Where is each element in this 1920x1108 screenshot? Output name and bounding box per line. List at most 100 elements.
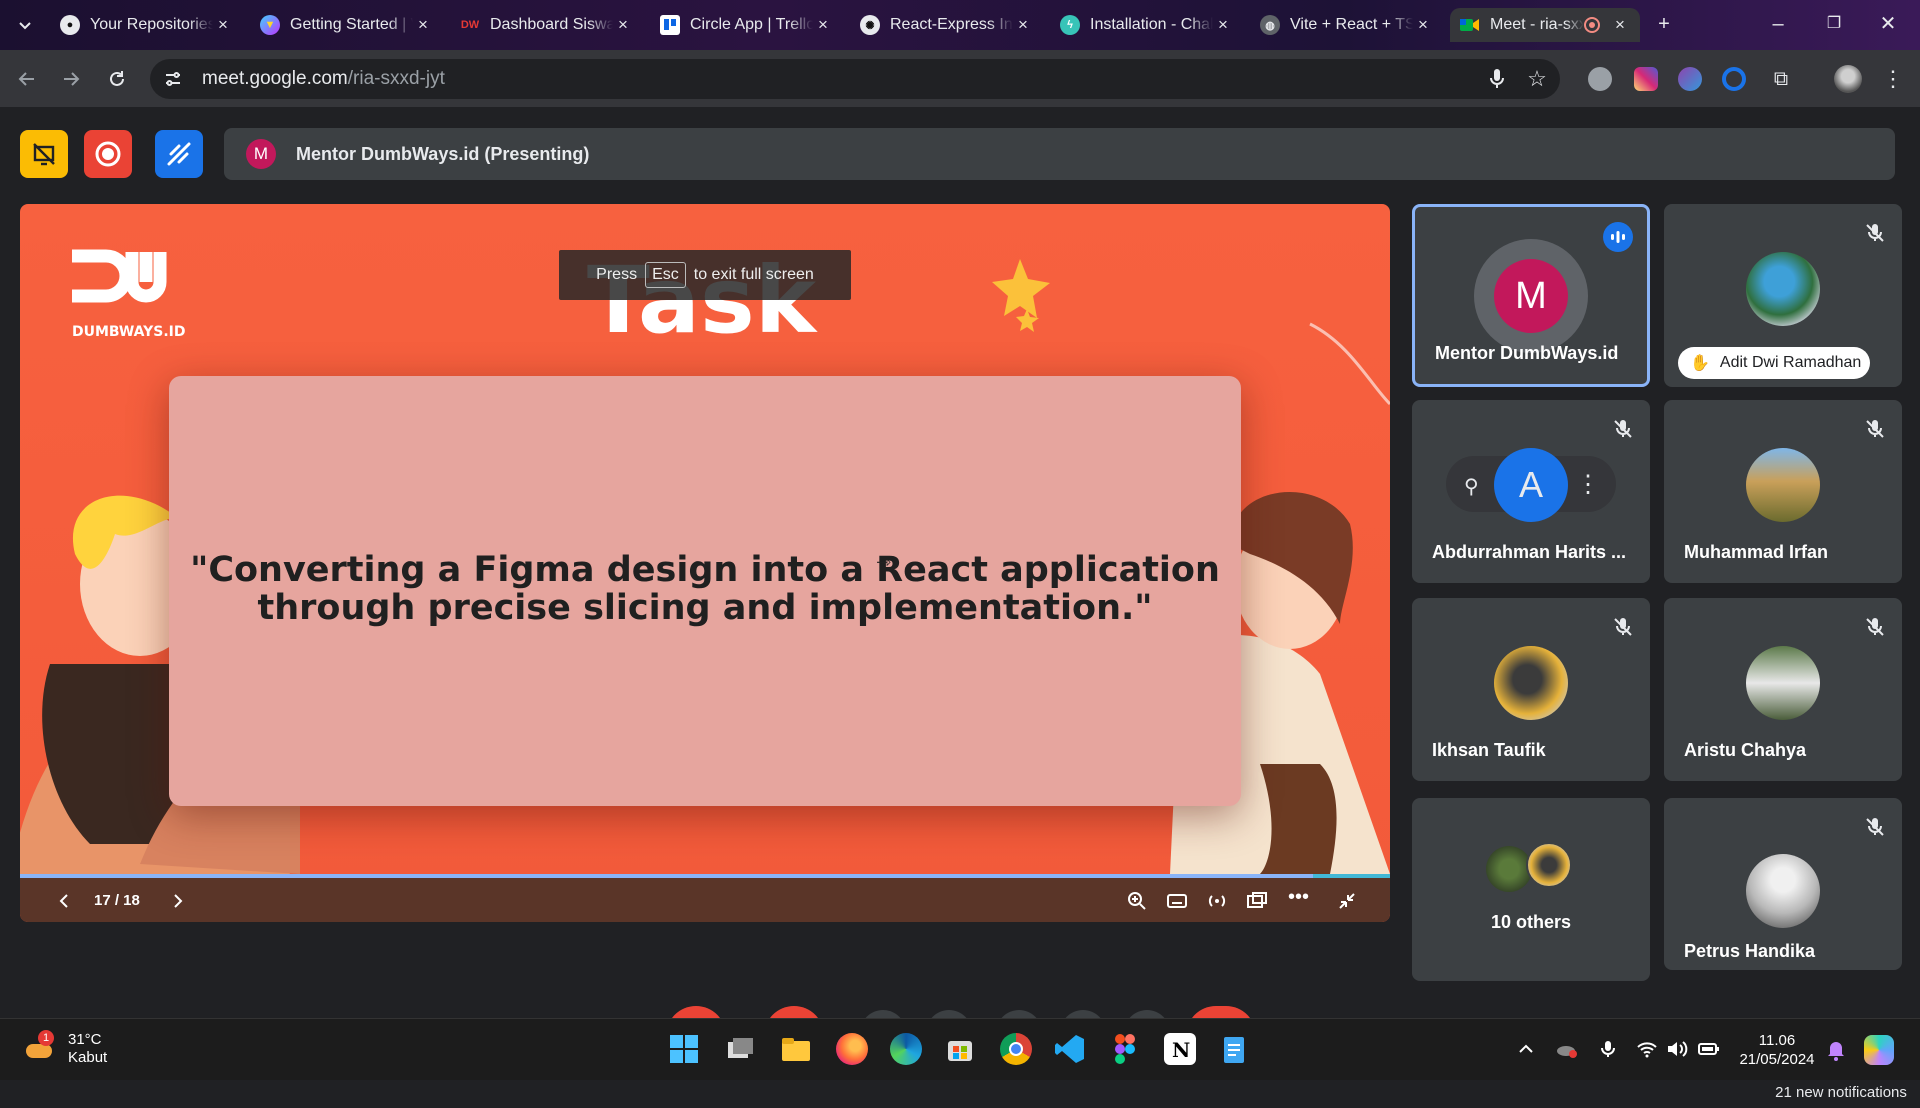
participant-options-icon[interactable]: ⋮	[1576, 470, 1600, 498]
close-tab-icon[interactable]: ×	[213, 15, 233, 35]
broadcast-icon[interactable]	[1206, 890, 1228, 912]
close-tab-icon[interactable]: ×	[1610, 15, 1630, 35]
globe-icon: ◍	[1260, 15, 1280, 35]
site-info-icon[interactable]	[164, 70, 182, 88]
openai-icon: ✺	[860, 15, 880, 35]
microphone-icon[interactable]	[1484, 66, 1510, 92]
copilot-icon[interactable]	[1864, 1035, 1894, 1065]
zoom-icon[interactable]	[1126, 890, 1148, 912]
wifi-icon[interactable]	[1636, 1039, 1657, 1059]
svg-text:N: N	[1172, 1038, 1190, 1062]
presenter-avatar: M	[246, 139, 276, 169]
show-hidden-icons-chevron[interactable]	[1516, 1039, 1536, 1059]
reload-icon[interactable]	[104, 66, 130, 92]
previous-slide-icon[interactable]	[54, 890, 76, 912]
figma-icon[interactable]	[1114, 1033, 1136, 1065]
close-tab-icon[interactable]: ×	[413, 15, 433, 35]
vscode-icon[interactable]	[1054, 1033, 1086, 1065]
quote-line-2: through precise slicing and implementati…	[257, 588, 1153, 628]
forward-icon[interactable]	[58, 66, 84, 92]
meet-stage: M Mentor DumbWays.id (Presenting) Task D…	[0, 108, 1920, 1108]
close-tab-icon[interactable]: ×	[613, 15, 633, 35]
next-slide-icon[interactable]	[166, 890, 188, 912]
annotate-button[interactable]	[155, 130, 203, 178]
browser-tab-active[interactable]: Meet - ria-sxxd-jyt ×	[1450, 8, 1640, 42]
microsoft-store-icon[interactable]	[944, 1033, 976, 1065]
participant-tile[interactable]: Aristu Chahya	[1664, 598, 1902, 781]
address-bar[interactable]: meet.google.com/ria-sxxd-jyt	[150, 59, 1560, 99]
notion-icon[interactable]: N	[1164, 1033, 1196, 1065]
raised-hand-icon: ✋	[1690, 355, 1710, 372]
participant-avatar	[1746, 646, 1820, 720]
maximize-window-button[interactable]: ❐	[1822, 12, 1846, 36]
close-tab-icon[interactable]: ×	[1213, 15, 1233, 35]
participant-name: Muhammad Irfan	[1684, 542, 1829, 562]
participant-tile[interactable]: ⚲ A ⋮ Abdurrahman Harits ...	[1412, 400, 1650, 583]
back-icon[interactable]	[14, 66, 40, 92]
pin-icon[interactable]: ⚲	[1464, 474, 1486, 498]
notification-bell-icon[interactable]	[1826, 1039, 1846, 1061]
close-tab-icon[interactable]: ×	[1413, 15, 1433, 35]
extension-cat-icon[interactable]	[1588, 67, 1612, 91]
picture-in-picture-icon[interactable]	[1246, 890, 1268, 912]
close-tab-icon[interactable]: ×	[813, 15, 833, 35]
avatar-letter: M	[1494, 259, 1568, 333]
bookmark-star-icon[interactable]: ☆	[1524, 66, 1550, 92]
quote-card: "Converting a Figma design into a React …	[169, 376, 1241, 806]
participant-tile[interactable]: Ikhsan Taufik	[1412, 598, 1650, 781]
participant-tile[interactable]: ✋ Adit Dwi Ramadhan	[1664, 204, 1902, 387]
volume-icon[interactable]	[1666, 1039, 1688, 1059]
new-tab-button[interactable]: +	[1652, 12, 1676, 36]
firefox-icon[interactable]	[836, 1033, 868, 1065]
extension-instagram-icon[interactable]	[1634, 67, 1658, 91]
presenting-banner: M Mentor DumbWays.id (Presenting)	[224, 128, 1895, 180]
onedrive-icon[interactable]	[1556, 1039, 1577, 1059]
windows-start-icon[interactable]	[668, 1033, 700, 1065]
participant-avatar	[1486, 846, 1532, 892]
extensions-puzzle-icon[interactable]: ⧉	[1768, 66, 1794, 92]
weather-widget[interactable]: 1 31°C Kabut	[22, 1030, 107, 1067]
system-clock[interactable]: 11.06 21/05/2024	[1732, 1031, 1822, 1069]
browser-tab[interactable]: ✺ React-Express Integration ×	[850, 8, 1043, 42]
browser-tab[interactable]: DW Dashboard Siswa ×	[450, 8, 643, 42]
dumbways-logo	[72, 249, 167, 303]
file-explorer-icon[interactable]	[780, 1033, 812, 1065]
participant-tile-speaking[interactable]: M Mentor DumbWays.id	[1412, 204, 1650, 387]
muted-mic-icon	[1612, 418, 1634, 440]
browser-tab[interactable]: ● Your Repositories ×	[50, 8, 243, 42]
browser-tab[interactable]: ◍ Vite + React + TS ×	[1250, 8, 1443, 42]
extension-brain-icon[interactable]	[1678, 67, 1702, 91]
hide-presentation-button[interactable]	[20, 130, 68, 178]
notifications-toast[interactable]: 21 new notifications	[1766, 1076, 1916, 1108]
muted-mic-icon	[1864, 616, 1886, 638]
clock-date: 21/05/2024	[1739, 1051, 1815, 1068]
participant-tile[interactable]: Muhammad Irfan	[1664, 400, 1902, 583]
recording-indicator-icon	[1584, 17, 1600, 33]
extension-circle-icon[interactable]	[1722, 67, 1746, 91]
windows-taskbar: 1 31°C Kabut N 11.06 21/05/2024	[0, 1018, 1920, 1080]
exit-fullscreen-icon[interactable]	[1336, 890, 1358, 912]
profile-avatar[interactable]	[1834, 65, 1862, 93]
edge-icon[interactable]	[890, 1033, 922, 1065]
tab-search-dropdown-icon[interactable]	[12, 12, 38, 38]
more-options-icon[interactable]: •••	[1288, 887, 1310, 912]
vite-icon: ▼	[260, 15, 280, 35]
minimize-window-button[interactable]: –	[1766, 12, 1790, 36]
browser-menu-icon[interactable]: ⋮	[1880, 66, 1906, 92]
microphone-tray-icon[interactable]	[1598, 1039, 1618, 1059]
browser-tab[interactable]: ϟ Installation - Chakra UI ×	[1050, 8, 1243, 42]
task-view-icon[interactable]	[724, 1033, 756, 1065]
browser-tab[interactable]: Circle App | Trello ×	[650, 8, 843, 42]
close-tab-icon[interactable]: ×	[1013, 15, 1033, 35]
chrome-icon[interactable]	[1000, 1033, 1032, 1065]
keyboard-icon[interactable]	[1166, 890, 1188, 912]
close-window-button[interactable]: ✕	[1876, 12, 1900, 36]
others-tile[interactable]: 10 others	[1412, 798, 1650, 981]
battery-icon[interactable]	[1698, 1039, 1719, 1059]
browser-tab-strip: ● Your Repositories × ▼ Getting Started …	[0, 0, 1920, 50]
notepad-icon[interactable]	[1218, 1033, 1250, 1065]
recording-button[interactable]	[84, 130, 132, 178]
slide-quote: "Converting a Figma design into a React …	[169, 551, 1241, 627]
browser-tab[interactable]: ▼ Getting Started | Vite ×	[250, 8, 443, 42]
participant-tile[interactable]: Petrus Handika	[1664, 798, 1902, 970]
